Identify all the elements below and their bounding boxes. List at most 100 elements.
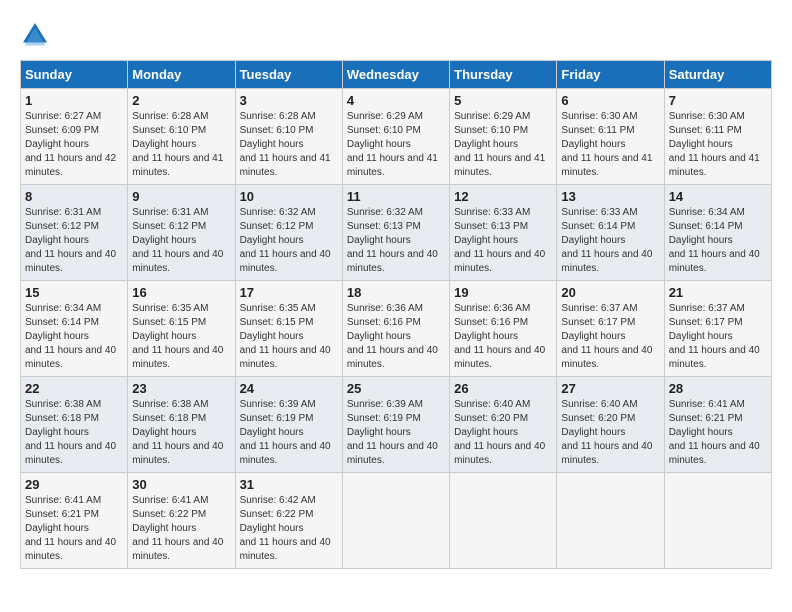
day-info: Sunrise: 6:41 AM Sunset: 6:21 PM Dayligh… xyxy=(25,494,123,564)
day-info: Sunrise: 6:35 AM Sunset: 6:15 PM Dayligh… xyxy=(132,302,230,372)
day-number: 24 xyxy=(240,381,338,396)
day-number: 19 xyxy=(454,285,552,300)
calendar-week-row: 22 Sunrise: 6:38 AM Sunset: 6:18 PM Dayl… xyxy=(21,377,772,473)
day-info: Sunrise: 6:38 AM Sunset: 6:18 PM Dayligh… xyxy=(25,398,123,468)
day-info: Sunrise: 6:35 AM Sunset: 6:15 PM Dayligh… xyxy=(240,302,338,372)
day-info: Sunrise: 6:32 AM Sunset: 6:13 PM Dayligh… xyxy=(347,206,445,276)
calendar-cell: 14 Sunrise: 6:34 AM Sunset: 6:14 PM Dayl… xyxy=(664,185,771,281)
calendar-table: SundayMondayTuesdayWednesdayThursdayFrid… xyxy=(20,60,772,569)
day-number: 7 xyxy=(669,93,767,108)
day-number: 1 xyxy=(25,93,123,108)
calendar-cell: 22 Sunrise: 6:38 AM Sunset: 6:18 PM Dayl… xyxy=(21,377,128,473)
calendar-cell: 16 Sunrise: 6:35 AM Sunset: 6:15 PM Dayl… xyxy=(128,281,235,377)
day-info: Sunrise: 6:40 AM Sunset: 6:20 PM Dayligh… xyxy=(454,398,552,468)
weekday-header-row: SundayMondayTuesdayWednesdayThursdayFrid… xyxy=(21,61,772,89)
weekday-header-monday: Monday xyxy=(128,61,235,89)
day-number: 6 xyxy=(561,93,659,108)
day-number: 20 xyxy=(561,285,659,300)
calendar-week-row: 29 Sunrise: 6:41 AM Sunset: 6:21 PM Dayl… xyxy=(21,473,772,569)
weekday-header-tuesday: Tuesday xyxy=(235,61,342,89)
calendar-cell: 8 Sunrise: 6:31 AM Sunset: 6:12 PM Dayli… xyxy=(21,185,128,281)
calendar-cell: 4 Sunrise: 6:29 AM Sunset: 6:10 PM Dayli… xyxy=(342,89,449,185)
calendar-cell: 1 Sunrise: 6:27 AM Sunset: 6:09 PM Dayli… xyxy=(21,89,128,185)
calendar-cell: 7 Sunrise: 6:30 AM Sunset: 6:11 PM Dayli… xyxy=(664,89,771,185)
calendar-cell: 19 Sunrise: 6:36 AM Sunset: 6:16 PM Dayl… xyxy=(450,281,557,377)
calendar-cell: 12 Sunrise: 6:33 AM Sunset: 6:13 PM Dayl… xyxy=(450,185,557,281)
day-number: 12 xyxy=(454,189,552,204)
calendar-cell xyxy=(664,473,771,569)
day-info: Sunrise: 6:29 AM Sunset: 6:10 PM Dayligh… xyxy=(347,110,445,180)
logo xyxy=(20,20,54,50)
calendar-cell: 30 Sunrise: 6:41 AM Sunset: 6:22 PM Dayl… xyxy=(128,473,235,569)
day-info: Sunrise: 6:28 AM Sunset: 6:10 PM Dayligh… xyxy=(132,110,230,180)
day-number: 29 xyxy=(25,477,123,492)
day-number: 4 xyxy=(347,93,445,108)
calendar-cell: 5 Sunrise: 6:29 AM Sunset: 6:10 PM Dayli… xyxy=(450,89,557,185)
day-number: 15 xyxy=(25,285,123,300)
day-info: Sunrise: 6:31 AM Sunset: 6:12 PM Dayligh… xyxy=(132,206,230,276)
day-info: Sunrise: 6:32 AM Sunset: 6:12 PM Dayligh… xyxy=(240,206,338,276)
calendar-cell: 9 Sunrise: 6:31 AM Sunset: 6:12 PM Dayli… xyxy=(128,185,235,281)
day-info: Sunrise: 6:37 AM Sunset: 6:17 PM Dayligh… xyxy=(561,302,659,372)
calendar-cell xyxy=(450,473,557,569)
day-number: 11 xyxy=(347,189,445,204)
day-number: 31 xyxy=(240,477,338,492)
calendar-cell: 29 Sunrise: 6:41 AM Sunset: 6:21 PM Dayl… xyxy=(21,473,128,569)
day-number: 18 xyxy=(347,285,445,300)
calendar-cell: 18 Sunrise: 6:36 AM Sunset: 6:16 PM Dayl… xyxy=(342,281,449,377)
day-info: Sunrise: 6:31 AM Sunset: 6:12 PM Dayligh… xyxy=(25,206,123,276)
weekday-header-sunday: Sunday xyxy=(21,61,128,89)
day-info: Sunrise: 6:33 AM Sunset: 6:13 PM Dayligh… xyxy=(454,206,552,276)
day-number: 25 xyxy=(347,381,445,396)
day-number: 26 xyxy=(454,381,552,396)
day-info: Sunrise: 6:33 AM Sunset: 6:14 PM Dayligh… xyxy=(561,206,659,276)
day-info: Sunrise: 6:41 AM Sunset: 6:21 PM Dayligh… xyxy=(669,398,767,468)
weekday-header-wednesday: Wednesday xyxy=(342,61,449,89)
day-number: 22 xyxy=(25,381,123,396)
day-number: 21 xyxy=(669,285,767,300)
day-info: Sunrise: 6:42 AM Sunset: 6:22 PM Dayligh… xyxy=(240,494,338,564)
day-number: 27 xyxy=(561,381,659,396)
day-number: 17 xyxy=(240,285,338,300)
day-info: Sunrise: 6:30 AM Sunset: 6:11 PM Dayligh… xyxy=(669,110,767,180)
day-number: 30 xyxy=(132,477,230,492)
calendar-cell: 10 Sunrise: 6:32 AM Sunset: 6:12 PM Dayl… xyxy=(235,185,342,281)
calendar-cell: 11 Sunrise: 6:32 AM Sunset: 6:13 PM Dayl… xyxy=(342,185,449,281)
calendar-cell: 28 Sunrise: 6:41 AM Sunset: 6:21 PM Dayl… xyxy=(664,377,771,473)
day-number: 13 xyxy=(561,189,659,204)
calendar-week-row: 1 Sunrise: 6:27 AM Sunset: 6:09 PM Dayli… xyxy=(21,89,772,185)
calendar-cell: 3 Sunrise: 6:28 AM Sunset: 6:10 PM Dayli… xyxy=(235,89,342,185)
calendar-cell: 13 Sunrise: 6:33 AM Sunset: 6:14 PM Dayl… xyxy=(557,185,664,281)
day-info: Sunrise: 6:36 AM Sunset: 6:16 PM Dayligh… xyxy=(454,302,552,372)
calendar-cell: 24 Sunrise: 6:39 AM Sunset: 6:19 PM Dayl… xyxy=(235,377,342,473)
day-number: 14 xyxy=(669,189,767,204)
calendar-cell: 27 Sunrise: 6:40 AM Sunset: 6:20 PM Dayl… xyxy=(557,377,664,473)
calendar-week-row: 15 Sunrise: 6:34 AM Sunset: 6:14 PM Dayl… xyxy=(21,281,772,377)
calendar-week-row: 8 Sunrise: 6:31 AM Sunset: 6:12 PM Dayli… xyxy=(21,185,772,281)
weekday-header-thursday: Thursday xyxy=(450,61,557,89)
day-info: Sunrise: 6:30 AM Sunset: 6:11 PM Dayligh… xyxy=(561,110,659,180)
page-header xyxy=(20,20,772,50)
weekday-header-friday: Friday xyxy=(557,61,664,89)
calendar-cell xyxy=(557,473,664,569)
calendar-cell xyxy=(342,473,449,569)
day-info: Sunrise: 6:41 AM Sunset: 6:22 PM Dayligh… xyxy=(132,494,230,564)
calendar-cell: 31 Sunrise: 6:42 AM Sunset: 6:22 PM Dayl… xyxy=(235,473,342,569)
day-info: Sunrise: 6:36 AM Sunset: 6:16 PM Dayligh… xyxy=(347,302,445,372)
calendar-header: SundayMondayTuesdayWednesdayThursdayFrid… xyxy=(21,61,772,89)
day-info: Sunrise: 6:34 AM Sunset: 6:14 PM Dayligh… xyxy=(25,302,123,372)
calendar-cell: 15 Sunrise: 6:34 AM Sunset: 6:14 PM Dayl… xyxy=(21,281,128,377)
calendar-cell: 25 Sunrise: 6:39 AM Sunset: 6:19 PM Dayl… xyxy=(342,377,449,473)
day-number: 3 xyxy=(240,93,338,108)
day-number: 10 xyxy=(240,189,338,204)
day-info: Sunrise: 6:28 AM Sunset: 6:10 PM Dayligh… xyxy=(240,110,338,180)
calendar-body: 1 Sunrise: 6:27 AM Sunset: 6:09 PM Dayli… xyxy=(21,89,772,569)
calendar-cell: 2 Sunrise: 6:28 AM Sunset: 6:10 PM Dayli… xyxy=(128,89,235,185)
day-info: Sunrise: 6:34 AM Sunset: 6:14 PM Dayligh… xyxy=(669,206,767,276)
logo-icon xyxy=(20,20,50,50)
day-number: 8 xyxy=(25,189,123,204)
calendar-cell: 21 Sunrise: 6:37 AM Sunset: 6:17 PM Dayl… xyxy=(664,281,771,377)
weekday-header-saturday: Saturday xyxy=(664,61,771,89)
day-number: 2 xyxy=(132,93,230,108)
day-number: 16 xyxy=(132,285,230,300)
